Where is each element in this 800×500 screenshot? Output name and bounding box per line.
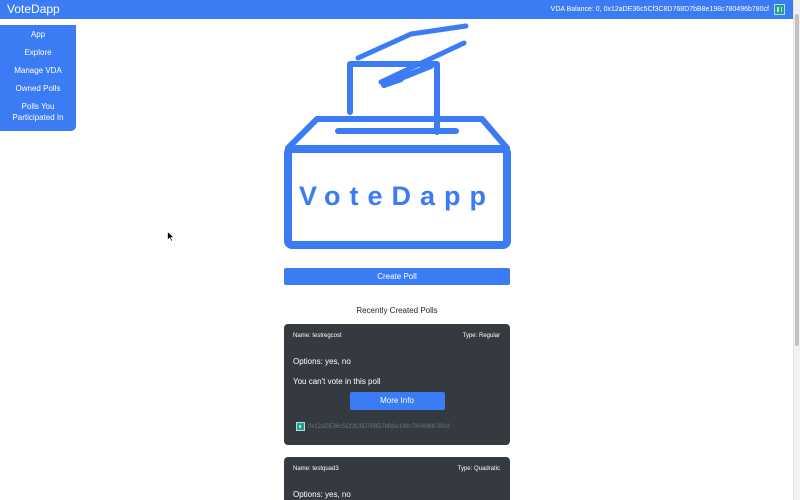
sidebar-item-owned-polls[interactable]: Owned Polls	[0, 83, 76, 94]
side-menu: App Explore Manage VDA Owned Polls Polls…	[0, 25, 76, 131]
sidebar-item-participated-polls[interactable]: Polls You Participated In	[10, 101, 66, 123]
poll-name: Name: testregcost	[293, 333, 342, 339]
poll-options: Options: yes, no	[293, 357, 351, 366]
poll-card-header: Name: testquad3 Type: Quadratic	[284, 457, 510, 472]
balance-text: VDA Balance: 0, 0x12aDE36c5Cf3C8D768D7bB…	[550, 6, 769, 13]
poll-vote-status: You can't vote in this poll	[293, 377, 381, 386]
mouse-cursor-icon	[167, 231, 175, 242]
more-info-button[interactable]: More Info	[349, 392, 445, 410]
arm-shape	[355, 23, 469, 61]
recent-polls-title: Recently Created Polls	[356, 306, 438, 315]
poll-type: Type: Regular	[462, 333, 500, 339]
brand-link[interactable]: VoteDapp	[7, 0, 60, 19]
top-navbar: VoteDapp VDA Balance: 0, 0x12aDE36c5Cf3C…	[0, 0, 793, 19]
account-identicon-icon[interactable]	[774, 4, 785, 15]
poll-owner-address[interactable]: 0x12aDE36c5Cf3C8D768D7bB8e198c780496b780…	[308, 424, 450, 430]
ballot-box-logo: VoteDapp	[284, 23, 511, 249]
wallet-balance: VDA Balance: 0, 0x12aDE36c5Cf3C8D768D7bB…	[551, 4, 785, 15]
create-poll-button[interactable]: Create Poll	[284, 268, 510, 285]
poll-card-header: Name: testregcost Type: Regular	[284, 324, 510, 339]
sidebar-item-manage-vda[interactable]: Manage VDA	[0, 65, 76, 76]
sidebar-item-app[interactable]: App	[0, 29, 76, 40]
poll-type: Type: Quadratic	[457, 466, 500, 472]
poll-owner: 0x12aDE36c5Cf3C8D768D7bB8e198c780496b780…	[284, 410, 510, 431]
poll-options: Options: yes, no	[293, 490, 351, 499]
poll-card: Name: testregcost Type: Regular Options:…	[284, 324, 510, 445]
logo-title: VoteDapp	[299, 181, 495, 211]
page-scrollbar[interactable]	[793, 0, 800, 500]
scrollbar-thumb[interactable]	[795, 14, 799, 346]
owner-identicon-icon	[296, 422, 305, 431]
poll-name: Name: testquad3	[293, 466, 339, 472]
poll-card: Name: testquad3 Type: Quadratic Options:…	[284, 457, 510, 500]
sidebar-item-explore[interactable]: Explore	[0, 47, 76, 58]
